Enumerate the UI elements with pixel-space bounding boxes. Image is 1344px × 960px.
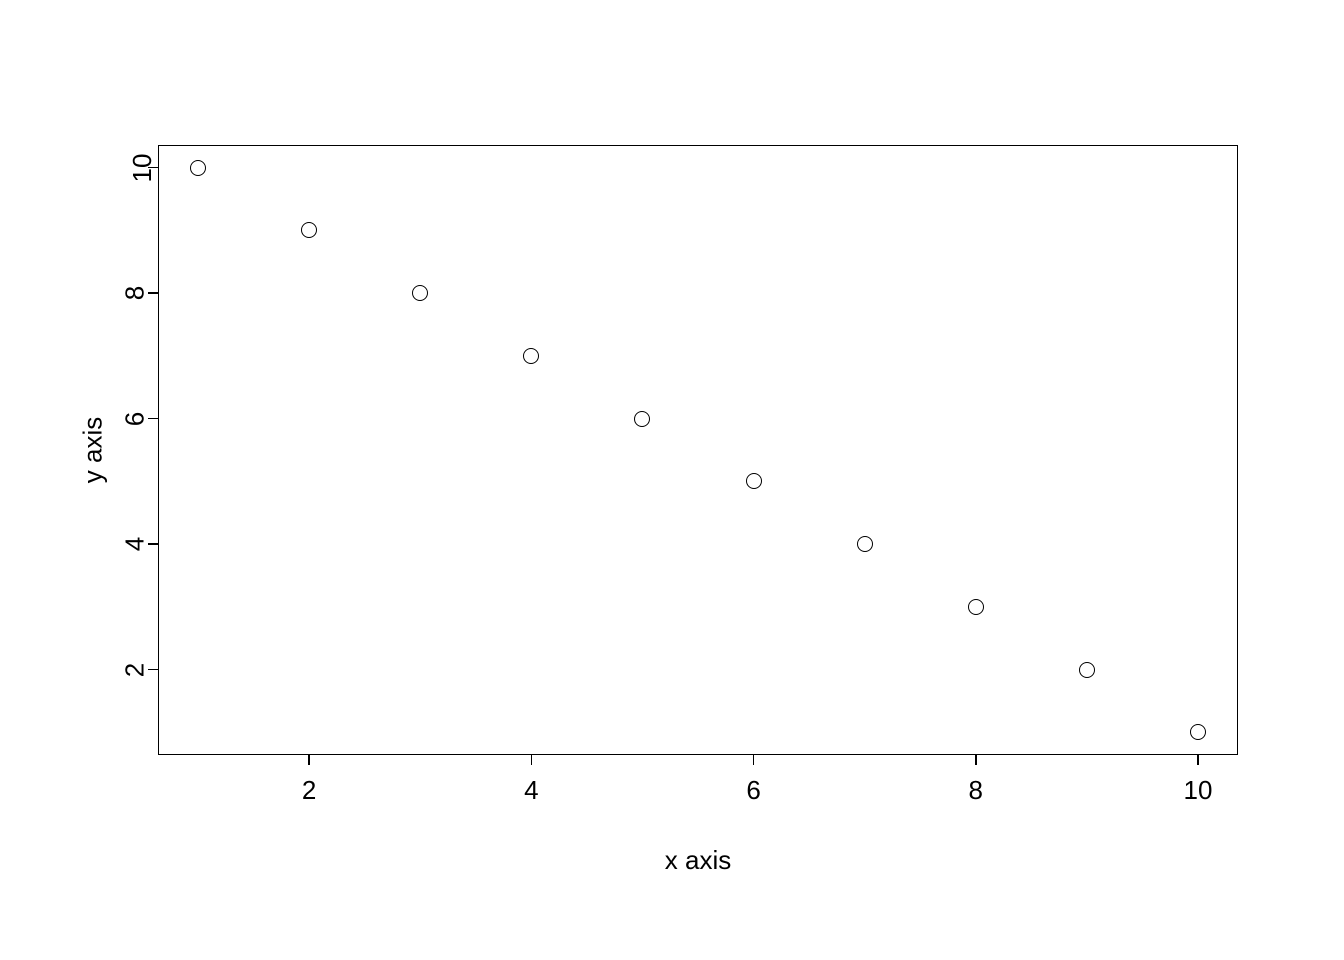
chart-container: x axis y axis 2 4 6 8 10 2 4 6 8 10	[0, 0, 1344, 960]
data-point	[857, 536, 873, 552]
data-point	[968, 599, 984, 615]
x-tick	[531, 755, 533, 765]
data-point	[523, 348, 539, 364]
x-axis-label: x axis	[665, 845, 731, 876]
y-tick-label: 2	[120, 662, 151, 676]
data-point	[1079, 662, 1095, 678]
x-tick-label: 4	[524, 775, 538, 806]
plot-area	[158, 145, 1238, 755]
data-point	[190, 160, 206, 176]
x-tick-label: 8	[969, 775, 983, 806]
data-point	[746, 473, 762, 489]
data-point	[634, 411, 650, 427]
x-tick	[975, 755, 977, 765]
y-tick-label: 10	[127, 153, 158, 182]
x-tick	[753, 755, 755, 765]
x-tick-label: 2	[302, 775, 316, 806]
data-point	[1190, 724, 1206, 740]
x-tick-label: 6	[746, 775, 760, 806]
y-tick-label: 8	[120, 286, 151, 300]
y-tick-label: 4	[120, 537, 151, 551]
data-point	[301, 222, 317, 238]
y-tick-label: 6	[120, 411, 151, 425]
x-tick	[1197, 755, 1199, 765]
x-tick	[308, 755, 310, 765]
data-point	[412, 285, 428, 301]
y-axis-label: y axis	[78, 417, 109, 483]
x-tick-label: 10	[1184, 775, 1213, 806]
